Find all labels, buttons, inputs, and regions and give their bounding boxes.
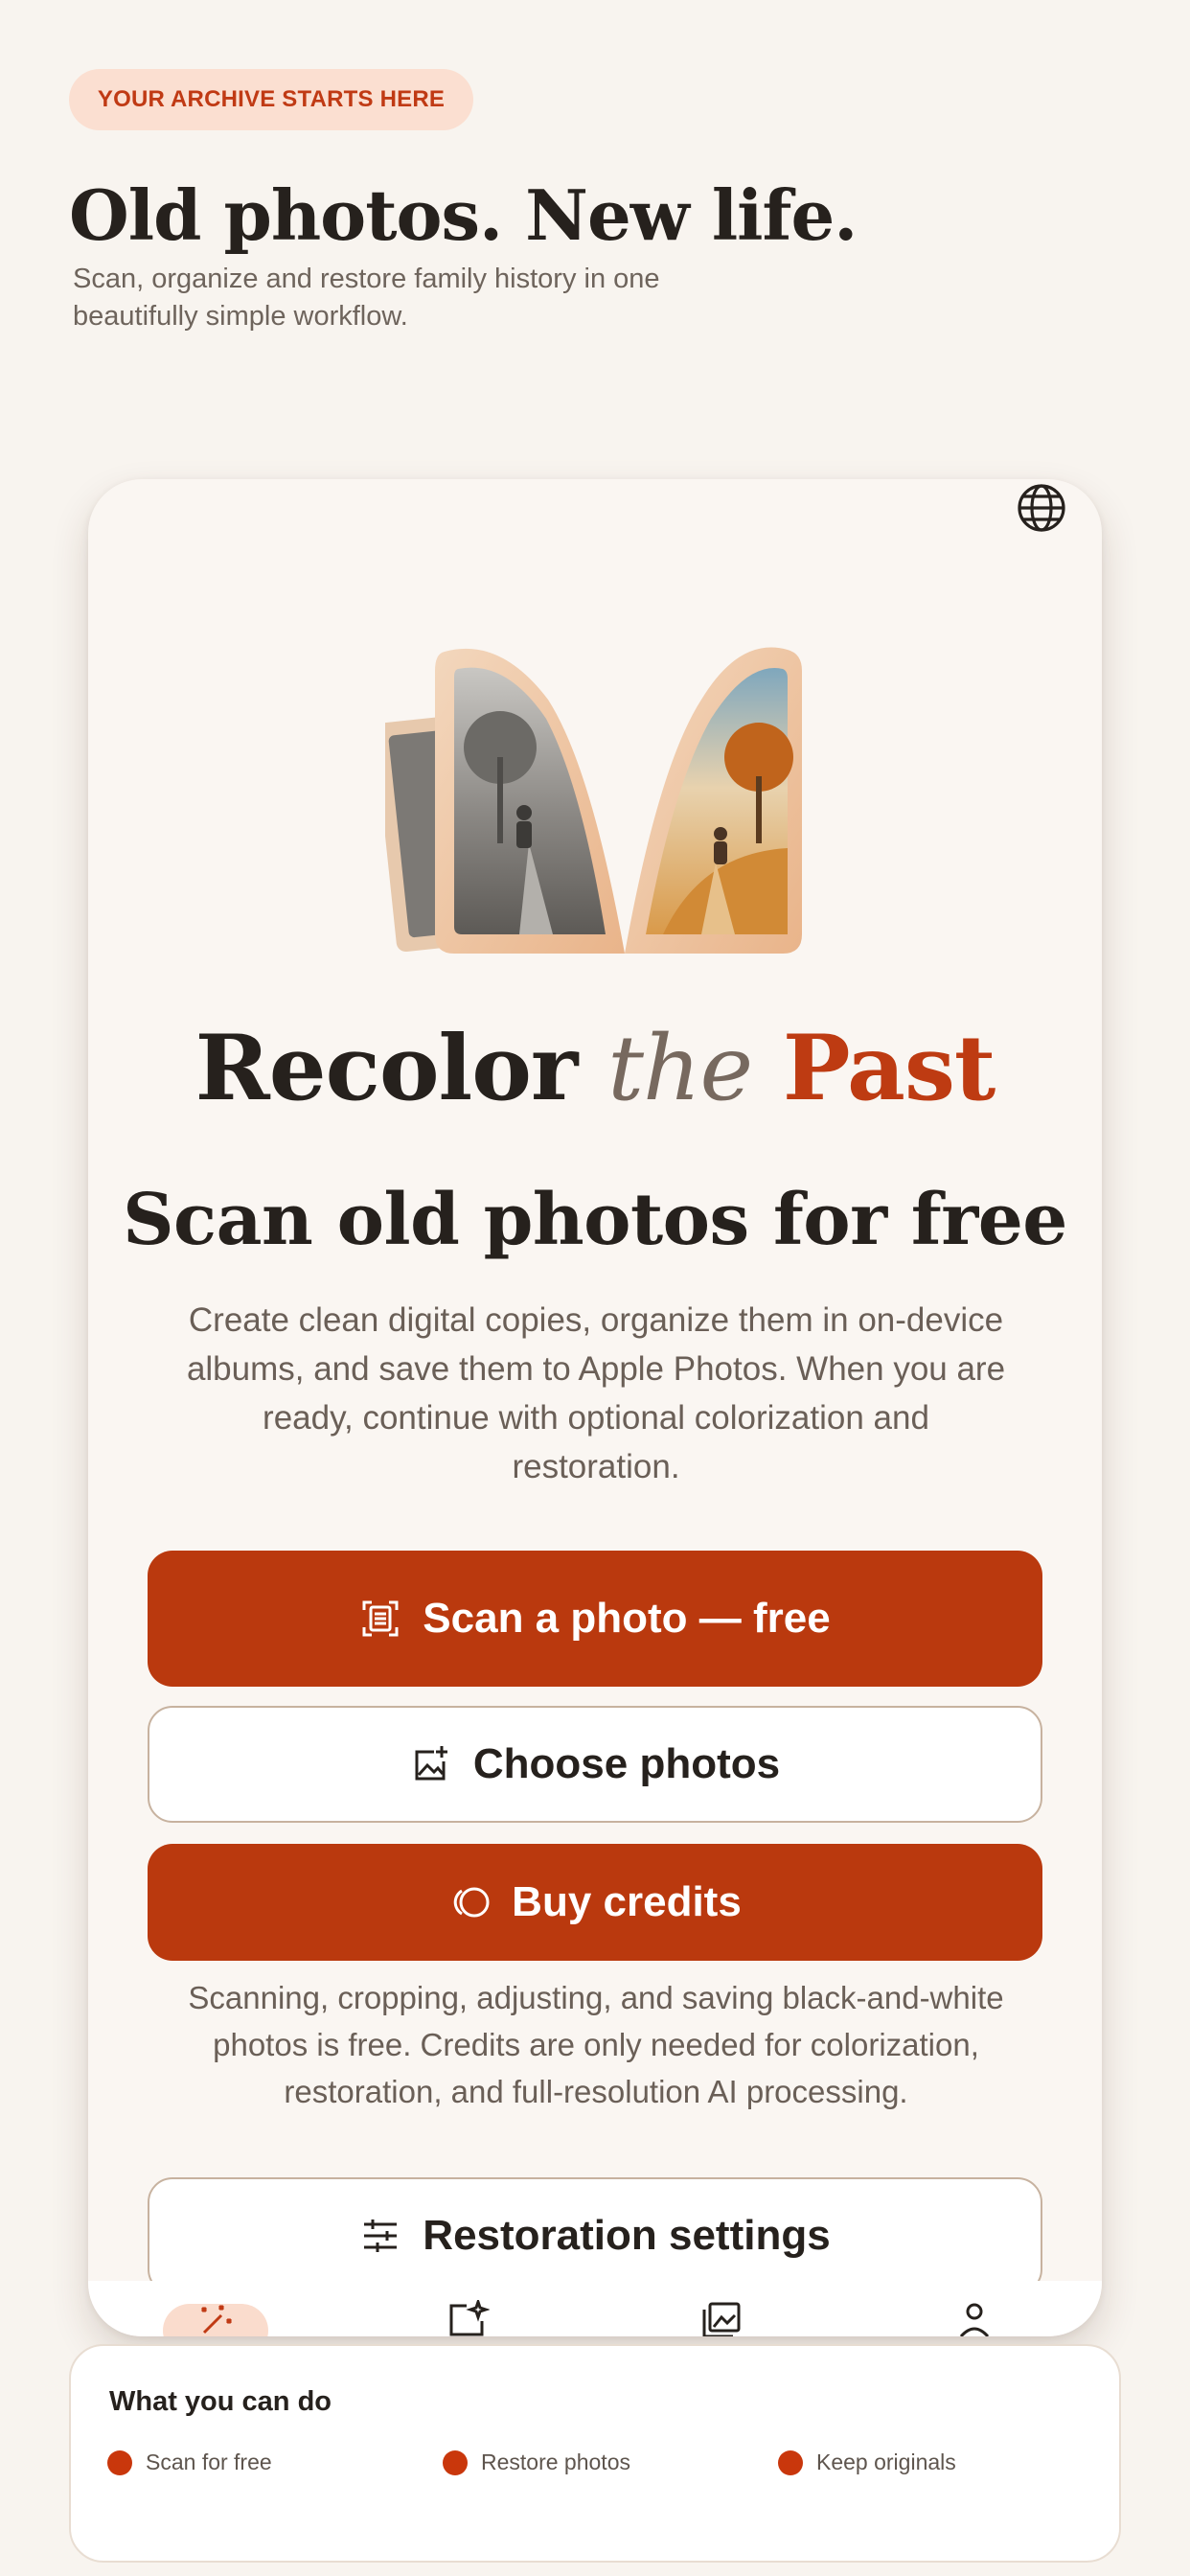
app-title-word-3: Past (782, 1016, 995, 1121)
app-title-word-1: Recolor (195, 1016, 579, 1121)
features-title: What you can do (109, 2386, 332, 2417)
restoration-settings-button[interactable]: Restoration settings (148, 2177, 1042, 2294)
buy-credits-label: Buy credits (512, 1878, 742, 1925)
feature-item: Scan for free (107, 2450, 272, 2475)
profile-icon (959, 2303, 990, 2336)
sliders-icon (359, 2215, 401, 2257)
app-title: Recolor the Past (88, 1016, 1102, 1121)
tab-restore[interactable] (163, 2300, 268, 2336)
credits-note: Scanning, cropping, adjusting, and savin… (188, 1980, 1004, 2109)
feature-label: Restore photos (481, 2450, 630, 2474)
app-subtitle: Scan old photos for free (123, 1179, 1067, 1261)
coins-icon (448, 1881, 491, 1923)
restoration-settings-label: Restoration settings (423, 2212, 831, 2259)
feature-item: Keep originals (778, 2450, 956, 2475)
features-panel: What you can do Scan for free Restore ph… (69, 2344, 1121, 2563)
tab-library[interactable] (669, 2300, 774, 2336)
tab-enhance[interactable] (416, 2300, 521, 2336)
feature-bullet (443, 2450, 468, 2475)
add-photo-icon (410, 1743, 452, 1785)
app-title-word-2: the (607, 1017, 753, 1121)
document-scan-icon (359, 1598, 401, 1640)
page-headline: Old photos. New life. (69, 174, 858, 256)
magic-wand-icon (200, 2304, 233, 2334)
archive-badge: YOUR ARCHIVE STARTS HERE (69, 69, 473, 130)
scan-photo-label: Scan a photo — free (423, 1595, 831, 1642)
buy-credits-button[interactable]: Buy credits (148, 1844, 1042, 1961)
tab-bar (88, 2281, 1102, 2336)
scan-photo-button[interactable]: Scan a photo — free (148, 1551, 1042, 1687)
globe-icon[interactable] (1015, 481, 1068, 535)
choose-photos-label: Choose photos (472, 1740, 781, 1787)
choose-photos-button[interactable]: Choose photos (148, 1706, 1042, 1823)
sparkle-photo-icon (449, 2300, 490, 2336)
feature-item: Restore photos (443, 2450, 630, 2475)
page-subline: Scan, organize and restore family histor… (73, 264, 660, 332)
tab-profile[interactable] (922, 2300, 1027, 2336)
app-preview-card: Recolor the Past Scan old photos for fre… (88, 479, 1102, 2336)
app-intro-text: Create clean digital copies, organize th… (186, 1301, 1006, 1485)
photo-library-icon (702, 2302, 741, 2336)
feature-label: Scan for free (146, 2450, 272, 2474)
feature-label: Keep originals (816, 2450, 956, 2474)
feature-bullet (107, 2450, 132, 2475)
app-logo-illustration (374, 642, 807, 968)
feature-bullet (778, 2450, 803, 2475)
